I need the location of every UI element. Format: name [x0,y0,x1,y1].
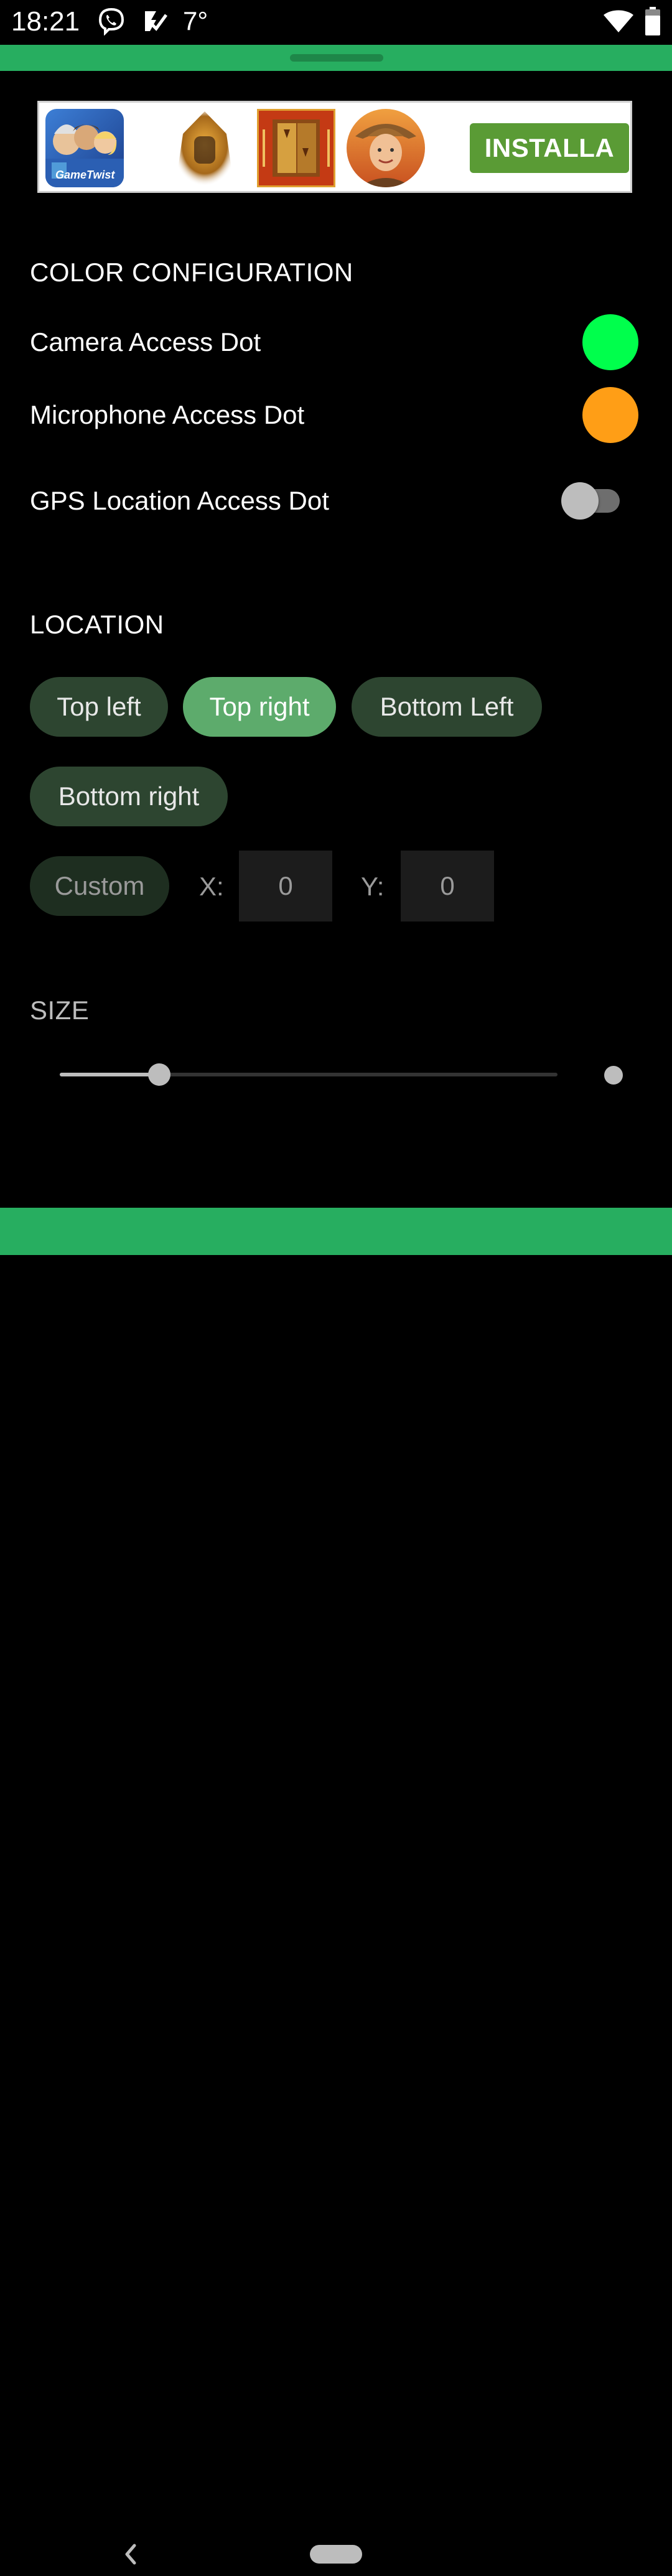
ad-banner[interactable]: GameTwist INSTALLA [37,101,632,193]
ad-brand-text: GameTwist [55,169,115,181]
status-time: 18:21 [11,6,80,37]
y-coordinate-label: Y: [361,872,385,901]
back-icon[interactable] [118,2536,143,2573]
location-chip-bottom-left[interactable]: Bottom Left [352,677,542,737]
microphone-color-picker[interactable] [582,387,638,443]
location-chip-top-left[interactable]: Top left [30,677,168,737]
home-button[interactable] [310,2545,362,2564]
ad-explorer-image [347,109,425,187]
camera-access-dot-label: Camera Access Dot [30,327,261,357]
gps-toggle-thumb[interactable] [561,482,599,520]
size-slider-fill [60,1073,159,1076]
battery-icon [643,5,662,37]
ad-pharaoh-image [166,109,244,187]
check-icon [139,5,170,37]
navigation-bar [0,1255,672,2565]
drag-handle[interactable] [290,54,383,62]
status-bar: 18:21 7° [0,0,672,45]
bottom-bar [0,1208,672,1255]
microphone-access-dot-label: Microphone Access Dot [30,400,305,429]
viber-icon [96,5,127,37]
y-coordinate-input[interactable]: 0 [401,851,494,922]
size-slider-thumb[interactable] [148,1063,170,1086]
camera-color-picker[interactable] [582,314,638,370]
ad-app-logo[interactable]: GameTwist [45,109,124,187]
ad-install-button[interactable]: INSTALLA [470,123,629,173]
location-title: LOCATION [30,610,164,639]
status-temperature: 7° [183,6,208,35]
location-chip-top-right[interactable]: Top right [183,677,336,737]
gps-location-access-dot-label: GPS Location Access Dot [30,486,329,515]
wifi-icon [601,5,636,37]
location-chip-bottom-right[interactable]: Bottom right [30,767,228,826]
size-title: SIZE [30,996,90,1025]
x-coordinate-input[interactable]: 0 [239,851,332,922]
ad-book-image [257,109,335,187]
size-preview-dot [604,1066,623,1085]
color-configuration-title: COLOR CONFIGURATION [30,258,353,287]
location-chip-custom[interactable]: Custom [30,856,169,916]
x-coordinate-label: X: [199,872,224,901]
